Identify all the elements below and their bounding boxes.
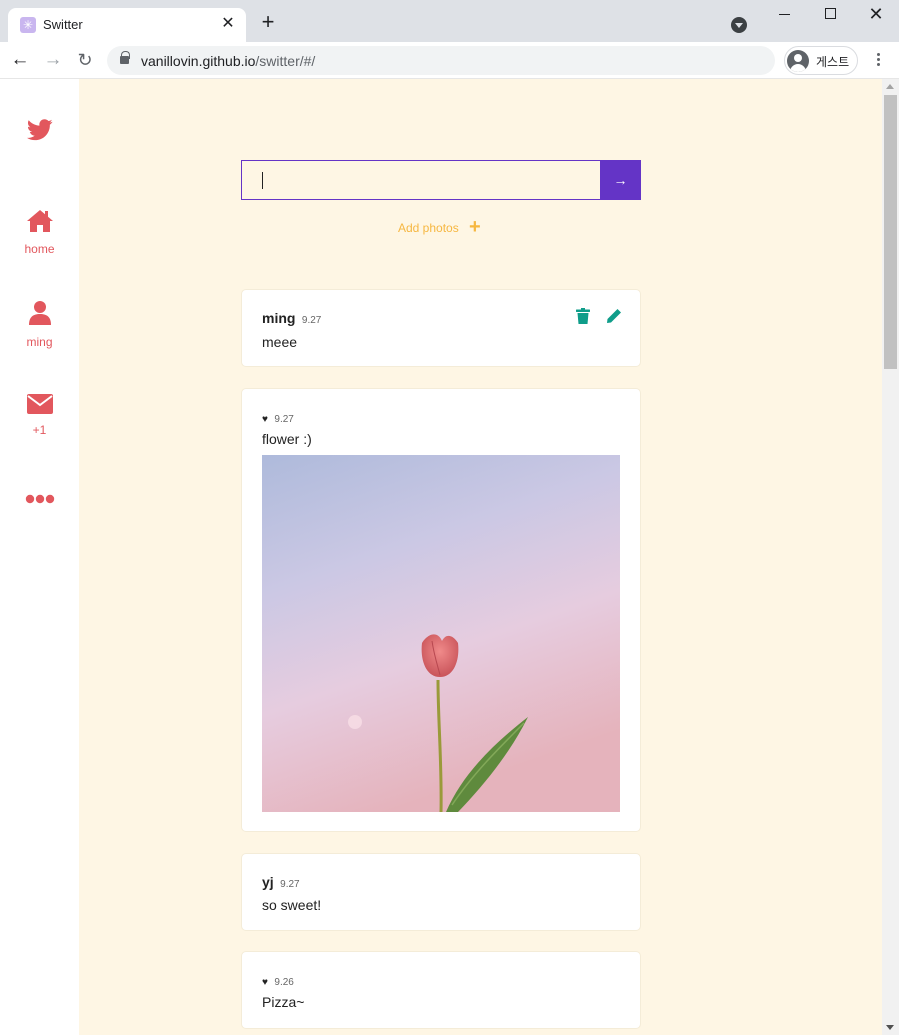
tweet-date: 9.26 (274, 977, 294, 988)
page: home ming +1 → Add photos + ming 9.27 me… (0, 79, 899, 1035)
sidebar-item-label: ming (26, 335, 53, 349)
window-maximize-button[interactable] (818, 4, 842, 24)
tweet-card: yj 9.27 so sweet! (241, 853, 641, 931)
minimize-icon (778, 14, 790, 15)
tweet-actions (575, 308, 622, 329)
more-icon (25, 494, 54, 504)
sidebar-item-more[interactable] (0, 491, 79, 509)
tweet-text: meee (262, 334, 298, 350)
tweet-text: so sweet! (262, 897, 322, 913)
url-host: vanillovin.github.io (141, 53, 256, 69)
submit-tweet-button[interactable]: → (600, 160, 641, 200)
profile-label: 게스트 (816, 55, 850, 69)
heart-icon: ♥ (262, 414, 268, 425)
browser-tab-bar: ✳ Switter ✕ + ✕ (0, 0, 899, 42)
sidebar: home ming +1 (0, 79, 79, 1035)
twitter-icon (26, 119, 53, 141)
scroll-down-arrow-icon[interactable] (886, 1025, 894, 1030)
user-icon (28, 301, 51, 325)
tweet-date: 9.27 (280, 879, 300, 890)
tweet-author[interactable]: ming (262, 310, 295, 326)
scroll-up-arrow-icon[interactable] (886, 84, 894, 89)
tweet-header: ming 9.27 (262, 310, 321, 328)
sidebar-item-logo[interactable] (0, 119, 79, 146)
url-path: /switter/#/ (255, 53, 316, 69)
tweet-header: ♥ 9.26 (262, 972, 294, 990)
home-icon (26, 210, 53, 232)
mail-icon (26, 394, 53, 414)
scrollbar-thumb[interactable] (884, 95, 897, 369)
avatar-icon (787, 50, 809, 72)
tab-search-icon[interactable] (731, 17, 747, 33)
tweet-text: Pizza~ (262, 994, 305, 1010)
text-caret (262, 172, 263, 189)
add-photos-label[interactable]: Add photos (398, 221, 459, 235)
pencil-icon[interactable] (606, 308, 622, 324)
tweet-card: ♥ 9.27 flower :) (241, 388, 641, 832)
trash-icon[interactable] (575, 308, 590, 324)
sidebar-item-profile[interactable]: ming (0, 300, 79, 349)
tweet-card: ming 9.27 meee (241, 289, 641, 367)
sidebar-item-messages[interactable]: +1 (0, 394, 79, 437)
tab-close-icon[interactable]: ✕ (218, 14, 238, 34)
window-close-button[interactable]: ✕ (864, 4, 888, 24)
lock-icon[interactable] (120, 51, 130, 64)
new-tab-button[interactable]: + (258, 11, 278, 33)
feed: → Add photos + ming 9.27 meee ♥ 9.27 flo… (79, 79, 882, 1035)
url-text[interactable]: vanillovin.github.io/switter/#/ (141, 53, 315, 69)
tweet-date: 9.27 (301, 315, 322, 326)
browser-toolbar: ← → ↻ vanillovin.github.io/switter/#/ 게스… (0, 42, 899, 79)
address-bar[interactable]: vanillovin.github.io/switter/#/ (107, 46, 775, 75)
tweet-text: flower :) (262, 431, 312, 447)
switter-favicon-icon: ✳ (20, 17, 36, 33)
tweet-input[interactable] (241, 160, 601, 200)
sidebar-item-label: home (24, 242, 55, 256)
sidebar-item-label: +1 (32, 423, 47, 437)
tweet-header: ♥ 9.27 (262, 409, 294, 427)
tweet-author[interactable]: yj (262, 874, 274, 890)
tweet-date: 9.27 (274, 414, 294, 425)
maximize-icon (824, 8, 836, 19)
profile-button[interactable]: 게스트 (784, 46, 858, 75)
tweet-card: ♥ 9.26 Pizza~ (241, 951, 641, 1029)
reload-button[interactable]: ↻ (73, 49, 97, 71)
browser-menu-icon[interactable] (868, 50, 888, 70)
back-button[interactable]: ← (8, 49, 32, 71)
window-minimize-button[interactable] (772, 4, 796, 24)
heart-icon: ♥ (262, 977, 268, 988)
tab-title: Switter (43, 17, 83, 32)
browser-tab[interactable]: ✳ Switter ✕ (8, 8, 246, 42)
tweet-header: yj 9.27 (262, 874, 300, 892)
sidebar-item-home[interactable]: home (0, 209, 79, 256)
forward-button[interactable]: → (41, 49, 65, 71)
tulip-photo-image (262, 455, 620, 812)
add-photos-plus-icon[interactable]: + (469, 217, 481, 237)
tweet-photo[interactable] (262, 455, 620, 812)
